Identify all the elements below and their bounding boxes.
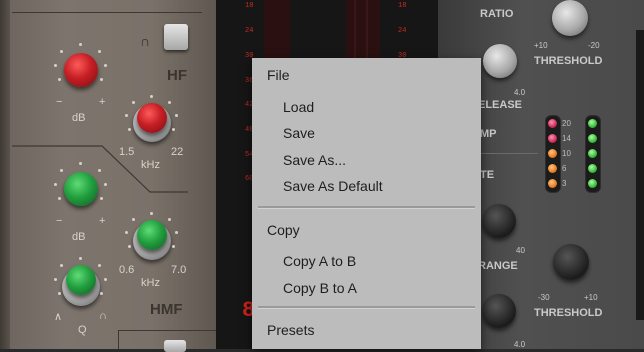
right-frame-edge <box>636 30 644 320</box>
lmf-toggle[interactable] <box>164 340 186 352</box>
gate-led-2 <box>588 134 597 143</box>
gate-led-3 <box>588 149 597 158</box>
release-label: ELEASE <box>478 99 523 111</box>
gate-threshold-min: -30 <box>538 293 550 302</box>
compressor-label: MP <box>480 128 497 140</box>
gr-led-6 <box>548 164 557 173</box>
menu-item-save-as[interactable]: Save As... <box>252 149 481 171</box>
gate-threshold-max: +10 <box>584 293 598 302</box>
meter-scale-0: 18 <box>245 2 254 10</box>
gr-scale-3: 3 <box>562 179 567 188</box>
q-wide-icon: ∩ <box>99 310 107 322</box>
gr-scale-6: 6 <box>562 164 567 173</box>
menu-item-save[interactable]: Save <box>252 122 481 144</box>
hmf-gain-scale <box>52 161 110 219</box>
threshold-min: +10 <box>534 41 548 50</box>
hmf-gain-label: dB <box>72 231 86 243</box>
eq-panel-frame <box>0 0 10 349</box>
gr-scale-10: 10 <box>562 149 571 158</box>
range-label: RANGE <box>478 260 518 272</box>
eq-top-divider <box>12 12 202 13</box>
range-knob[interactable] <box>482 204 516 238</box>
gr-led-3 <box>548 179 557 188</box>
gr-scale-20: 20 <box>562 119 571 128</box>
meter-right-scale-1: 24 <box>398 27 407 35</box>
hf-gain-scale <box>52 42 110 100</box>
gate-led-5 <box>588 179 597 188</box>
threshold-knob[interactable] <box>552 0 588 36</box>
hmf-freq-min: 0.6 <box>119 264 135 276</box>
release-value: 4.0 <box>514 88 526 97</box>
gate-threshold-knob[interactable] <box>553 244 589 280</box>
eq-bottom-divider-vertical <box>118 330 119 349</box>
hf-gain-plus: + <box>99 96 106 108</box>
hmf-q-scale <box>52 256 110 314</box>
threshold-max: -20 <box>588 41 600 50</box>
q-narrow-icon: ∧ <box>54 311 63 323</box>
gate-label: TE <box>480 169 495 181</box>
menu-separator <box>258 206 475 209</box>
release-knob[interactable] <box>483 44 517 78</box>
menu-item-load[interactable]: Load <box>252 96 481 118</box>
menu-section-copy: Copy <box>267 222 300 238</box>
hmf-band-label: HMF <box>150 301 183 318</box>
hmf-freq-scale <box>124 211 180 267</box>
hf-shelf-icon: ∩ <box>140 33 151 49</box>
gr-scale-14: 14 <box>562 134 571 143</box>
hf-gain-label: dB <box>72 112 86 124</box>
menu-item-save-as-default[interactable]: Save As Default <box>252 175 481 197</box>
hold-knob[interactable] <box>482 294 516 328</box>
gate-led-4 <box>588 164 597 173</box>
gate-led-1 <box>588 119 597 128</box>
eq-panel: ∩ HF − + dB 1.5 22 kHz − + dB 0.6 7.0 kH… <box>0 0 216 352</box>
menu-section-presets: Presets <box>267 322 315 338</box>
context-menu: File Load Save Save As... Save As Defaul… <box>252 58 481 349</box>
gate-threshold-label: THRESHOLD <box>534 307 603 319</box>
hmf-freq-label: kHz <box>141 277 160 289</box>
range-value: 40 <box>516 246 525 255</box>
menu-item-copy-b-to-a[interactable]: Copy B to A <box>252 277 481 299</box>
hmf-freq-max: 7.0 <box>171 264 187 276</box>
ratio-label: RATIO <box>480 8 514 20</box>
menu-separator <box>258 306 475 309</box>
hf-shelf-toggle[interactable] <box>164 24 188 50</box>
gr-led-10 <box>548 149 557 158</box>
hold-value: 4.0 <box>514 340 526 349</box>
eq-bottom-divider <box>118 330 216 331</box>
eq-band-divider <box>12 145 188 193</box>
threshold-label: THRESHOLD <box>534 55 603 67</box>
hf-gain-minus: − <box>56 96 63 108</box>
hf-band-label: HF <box>167 67 187 84</box>
hmf-gain-plus: + <box>99 215 106 227</box>
menu-item-copy-a-to-b[interactable]: Copy A to B <box>252 250 481 272</box>
hmf-gain-minus: − <box>56 215 63 227</box>
meter-scale-1: 24 <box>245 27 254 35</box>
comp-divider <box>481 153 538 154</box>
meter-right-scale-0: 18 <box>398 2 407 10</box>
gr-led-20 <box>548 119 557 128</box>
menu-section-file: File <box>267 67 290 83</box>
hmf-q-label: Q <box>78 324 87 336</box>
gr-led-14 <box>548 134 557 143</box>
